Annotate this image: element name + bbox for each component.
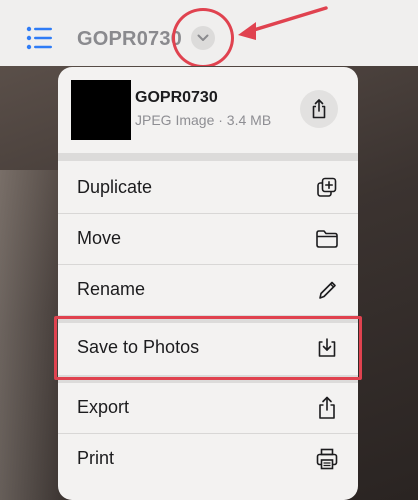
menu-item-label: Print [77,448,115,468]
list-icon[interactable] [26,26,56,50]
pencil-icon [319,281,336,299]
annotation-arrow [238,6,328,40]
share-icon [312,99,326,119]
menu-item-print[interactable]: Print [58,434,358,484]
context-menu: GOPR0730 JPEG Image · 3.4 MB Duplicate M… [58,67,358,500]
menu-item-label: Rename [77,279,146,299]
file-header: GOPR0730 JPEG Image · 3.4 MB [58,67,358,153]
annotation-highlight-box [54,316,362,380]
file-thumbnail [71,80,131,140]
share-icon [319,396,335,419]
annotation-circle [172,8,234,68]
duplicate-icon [317,177,337,197]
menu-item-move[interactable]: Move [58,214,358,264]
menu-item-label: Export [77,397,130,417]
folder-icon [316,230,338,248]
page-title[interactable]: GOPR0730 [77,28,182,51]
menu-item-label: Duplicate [77,177,153,197]
menu-item-rename[interactable]: Rename [58,265,358,315]
menu-item-export[interactable]: Export [58,383,358,433]
menu-item-label: Move [77,228,122,248]
file-meta: JPEG Image · 3.4 MB [135,112,272,128]
share-button[interactable] [300,90,338,128]
menu-item-duplicate[interactable]: Duplicate [58,163,358,213]
top-bar: GOPR0730 [0,0,418,68]
printer-icon [316,448,338,470]
file-name: GOPR0730 [135,89,218,106]
section-separator [58,153,358,161]
